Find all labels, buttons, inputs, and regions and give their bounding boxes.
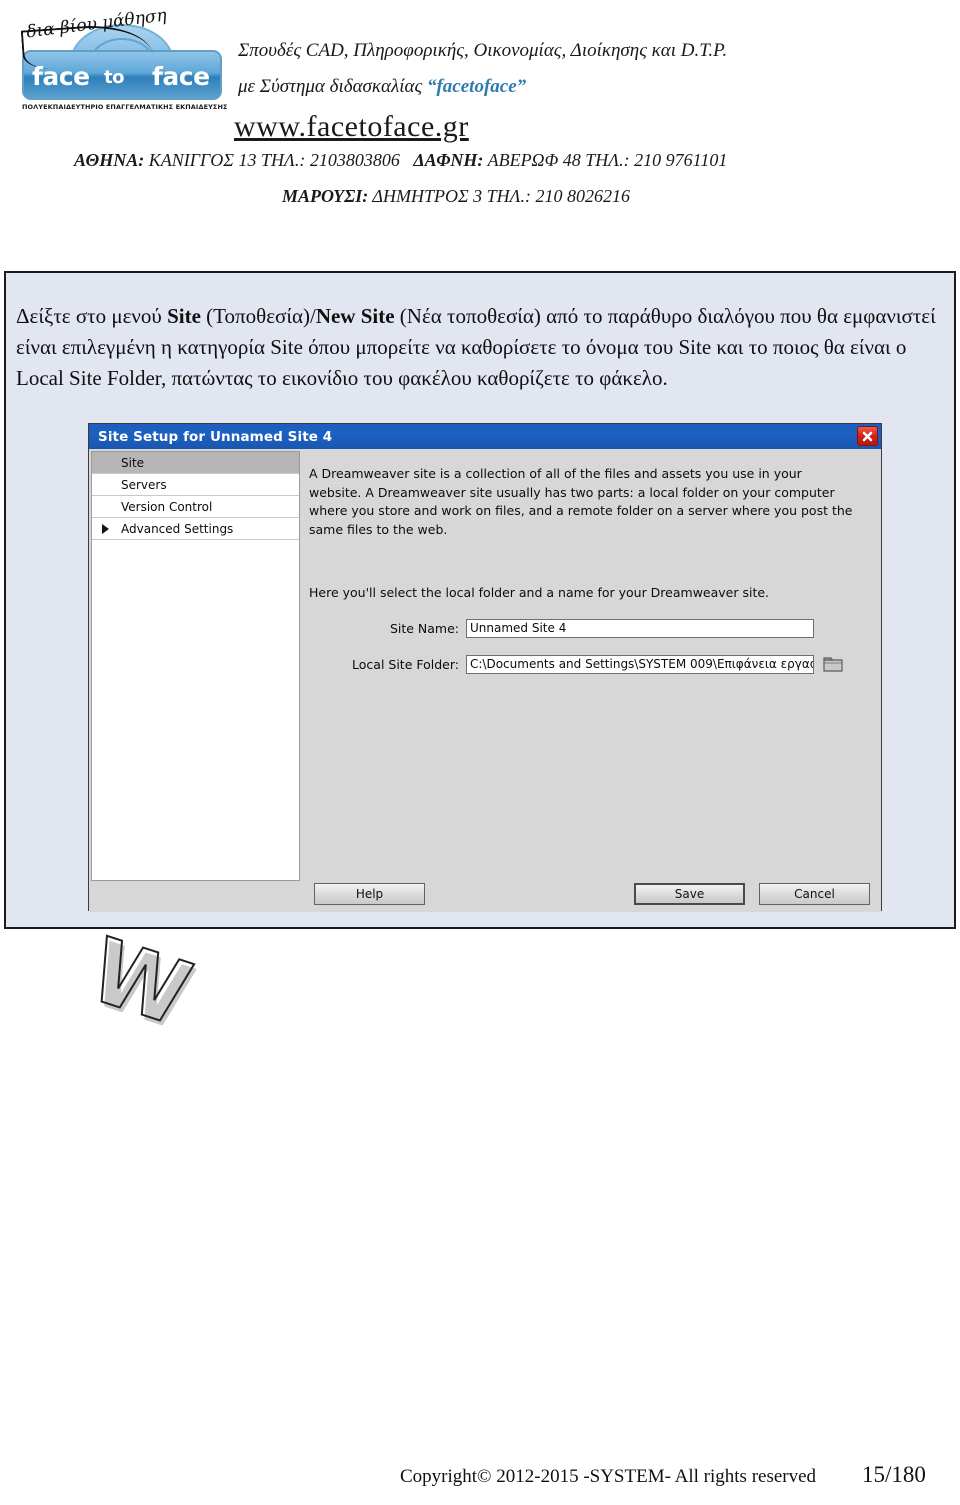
local-site-folder-label: Local Site Folder: bbox=[352, 657, 459, 672]
dialog-title: Site Setup for Unnamed Site 4 bbox=[98, 428, 333, 445]
dialog-body: Site Servers Version Control Advanced Se… bbox=[89, 449, 881, 912]
dialog-category-list: Site Servers Version Control Advanced Se… bbox=[91, 451, 300, 881]
instructions-part-1: Δείξτε στο μενού bbox=[16, 304, 168, 328]
header-studies-line: Σπουδές CAD, Πληροφορικής, Οικονομίας, Δ… bbox=[238, 40, 728, 61]
address-city-marousi: ΜΑΡΟΥΣΙ: bbox=[282, 186, 369, 206]
dialog-description-text: A Dreamweaver site is a collection of al… bbox=[309, 466, 853, 537]
close-icon[interactable] bbox=[857, 426, 878, 446]
dialog-sub-description-text: Here you'll select the local folder and … bbox=[309, 585, 770, 600]
header-address-line-2: ΜΑΡΟΥΣΙ: ΔΗΜΗΤΡΟΣ 3 ΤΗΛ.: 210 8026216 bbox=[282, 186, 630, 207]
local-site-folder-row: Local Site Folder: C:\Documents and Sett… bbox=[302, 655, 843, 674]
page-watermark: W bbox=[77, 917, 199, 1046]
footer-copyright: Copyright© 2012-2015 -SYSTEM- All rights… bbox=[400, 1466, 817, 1487]
sidebar-item-site[interactable]: Site bbox=[92, 452, 299, 474]
header-system-brand: “facetoface” bbox=[426, 76, 527, 97]
site-name-label: Site Name: bbox=[389, 621, 459, 636]
address-detail-marousi: ΔΗΜΗΤΡΟΣ 3 ΤΗΛ.: 210 8026216 bbox=[368, 186, 631, 206]
logo-word-to: to bbox=[104, 67, 124, 88]
dialog-titlebar[interactable]: Site Setup for Unnamed Site 4 bbox=[89, 424, 881, 449]
facetoface-logo: δια βίου μάθηση face to face ΠΟΛΥΕΚΠΑΙΔΕ… bbox=[12, 5, 230, 116]
logo-tagline: ΠΟΛΥΕΚΠΑΙΔΕΥΤΗΡΙΟ ΕΠΑΓΓΕΛΜΑΤΙΚΗΣ ΕΚΠΑΙΔΕ… bbox=[22, 103, 228, 111]
header-website-url[interactable]: www.facetoface.gr bbox=[234, 110, 469, 144]
sidebar-item-servers-label: Servers bbox=[121, 477, 167, 492]
content-box: Δείξτε στο μενού Site (Τοποθεσία)/New Si… bbox=[4, 271, 956, 929]
sidebar-item-site-label: Site bbox=[121, 455, 145, 470]
logo-word-face-left: face bbox=[32, 62, 90, 91]
folder-icon[interactable] bbox=[823, 656, 843, 673]
header-address-line-1: ΑΘΗΝΑ: ΚΑΝΙΓΓΟΣ 13 ΤΗΛ.: 2103803806 ΔΑΦΝ… bbox=[74, 150, 727, 171]
site-name-input[interactable]: Unnamed Site 4 bbox=[466, 619, 814, 638]
address-detail-dafni: ΑΒΕΡΩΦ 48 ΤΗΛ.: 210 9761101 bbox=[483, 150, 728, 170]
save-button[interactable]: Save bbox=[634, 883, 745, 905]
cancel-button[interactable]: Cancel bbox=[759, 883, 870, 905]
page-header: δια βίου μάθηση face to face ΠΟΛΥΕΚΠΑΙΔΕ… bbox=[0, 0, 960, 235]
address-city-athina: ΑΘΗΝΑ: bbox=[74, 150, 145, 170]
sidebar-item-version-control[interactable]: Version Control bbox=[92, 496, 299, 518]
sidebar-item-advanced-settings-label: Advanced Settings bbox=[121, 521, 234, 536]
address-city-dafni: ΔΑΦΝΗ: bbox=[413, 150, 484, 170]
footer-page-number: 15/180 bbox=[862, 1462, 926, 1487]
local-site-folder-input[interactable]: C:\Documents and Settings\SYSTEM 009\Επι… bbox=[466, 655, 814, 674]
dialog-main-pane: A Dreamweaver site is a collection of al… bbox=[302, 451, 879, 881]
logo-word-face-right: face bbox=[152, 62, 210, 91]
help-button[interactable]: Help bbox=[314, 883, 425, 905]
sidebar-item-advanced-settings[interactable]: Advanced Settings bbox=[92, 518, 299, 540]
address-detail-athina: ΚΑΝΙΓΓΟΣ 13 ΤΗΛ.: 2103803806 bbox=[144, 150, 400, 170]
instructions-part-2: (Τοποθεσία)/ bbox=[200, 304, 316, 328]
header-system-prefix: με Σύστημα διδασκαλίας bbox=[238, 76, 427, 97]
header-system-line: με Σύστημα διδασκαλίας “facetoface” bbox=[238, 76, 526, 98]
sidebar-item-servers[interactable]: Servers bbox=[92, 474, 299, 496]
sidebar-item-version-control-label: Version Control bbox=[121, 499, 213, 514]
instructions-paragraph: Δείξτε στο μενού Site (Τοποθεσία)/New Si… bbox=[16, 301, 946, 394]
instructions-bold-new-site: New Site bbox=[315, 304, 395, 328]
chevron-right-icon[interactable] bbox=[102, 524, 109, 534]
instructions-bold-site: Site bbox=[167, 304, 201, 328]
site-setup-dialog: Site Setup for Unnamed Site 4 Site Serve… bbox=[88, 423, 882, 912]
dialog-footer: Help Save Cancel bbox=[89, 879, 881, 912]
site-name-row: Site Name: Unnamed Site 4 bbox=[302, 619, 814, 638]
